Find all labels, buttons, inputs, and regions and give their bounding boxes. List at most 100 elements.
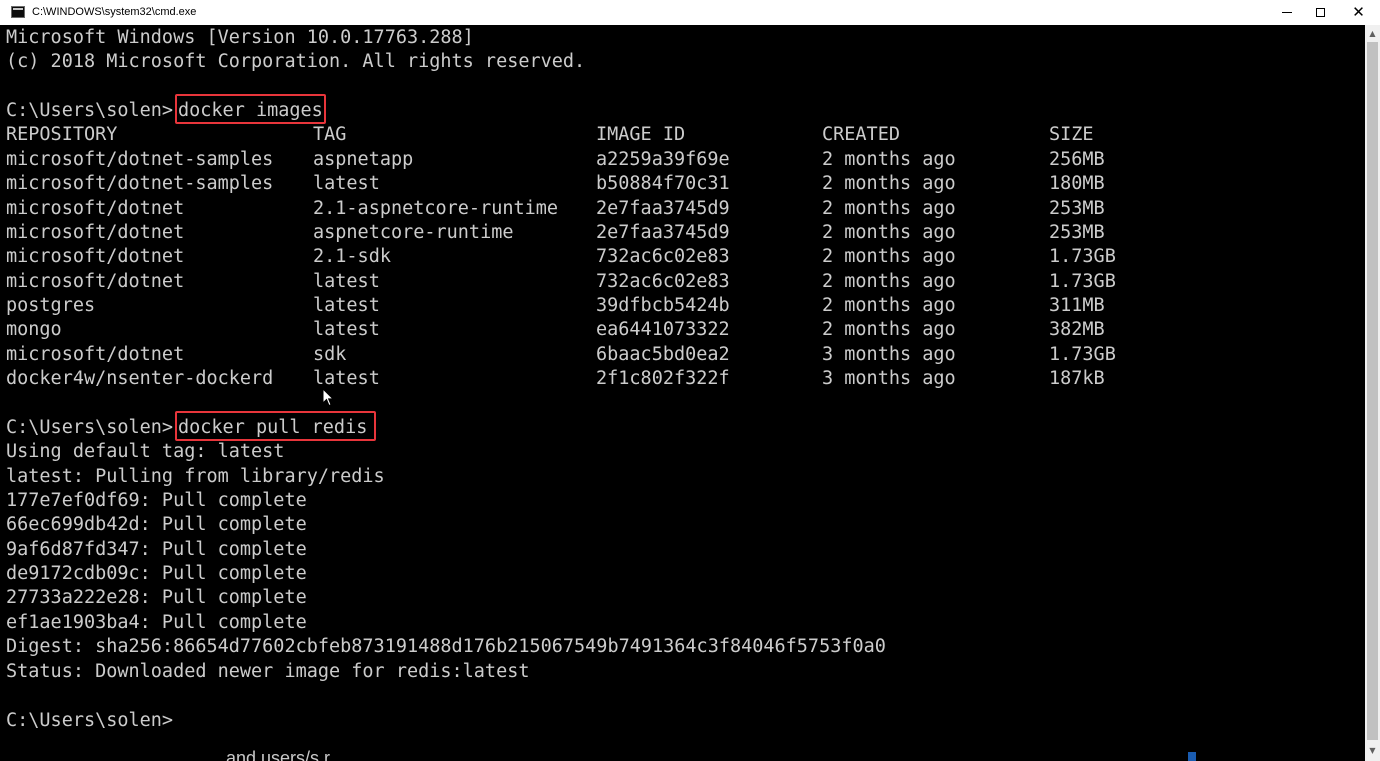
- output-line: ef1ae1903ba4: Pull complete: [6, 612, 307, 633]
- table-row: microsoft/dotnet-samples aspnetapp a2259…: [6, 148, 1105, 172]
- scroll-thumb[interactable]: [1367, 42, 1378, 740]
- cell-size: 187kB: [1049, 368, 1105, 389]
- cell-repository: docker4w/nsenter-dockerd: [6, 368, 274, 389]
- title-bar[interactable]: C:\WINDOWS\system32\cmd.exe ✕: [0, 0, 1380, 25]
- cell-size: 1.73GB: [1049, 344, 1116, 365]
- table-row: postgres latest 39dfbcb5424b 2 months ag…: [6, 294, 1105, 318]
- table-row: microsoft/dotnet 2.1-sdk 732ac6c02e83 2 …: [6, 245, 1116, 269]
- command-highlight-box: [175, 94, 326, 124]
- cell-created: 3 months ago: [822, 368, 956, 389]
- cell-size: 1.73GB: [1049, 246, 1116, 267]
- cell-image-id: 2e7faa3745d9: [596, 198, 730, 219]
- prompt: C:\Users\solen>: [6, 417, 174, 438]
- prompt-line[interactable]: C:\Users\solen>: [6, 709, 173, 733]
- cell-size: 382MB: [1049, 319, 1105, 340]
- output-line: latest: Pulling from library/redis: [6, 466, 385, 487]
- cell-repository: mongo: [6, 319, 62, 340]
- cell-tag: aspnetcore-runtime: [313, 222, 514, 243]
- cell-created: 2 months ago: [822, 295, 956, 316]
- output-line: Status: Downloaded newer image for redis…: [6, 661, 530, 682]
- scroll-down-button[interactable]: ▼: [1365, 742, 1380, 759]
- header-size: SIZE: [1049, 124, 1094, 145]
- prompt: C:\Users\solen>: [6, 710, 174, 731]
- cell-created: 2 months ago: [822, 198, 956, 219]
- banner-line: Microsoft Windows [Version 10.0.17763.28…: [6, 27, 474, 48]
- output-line: 177e7ef0df69: Pull complete: [6, 490, 307, 511]
- table-row: microsoft/dotnet 2.1-aspnetcore-runtime …: [6, 197, 1105, 221]
- background-window-accent: [1188, 752, 1196, 761]
- header-image-id: IMAGE ID: [596, 124, 686, 145]
- cell-repository: microsoft/dotnet: [6, 198, 185, 219]
- cell-image-id: 2f1c802f322f: [596, 368, 730, 389]
- cell-created: 2 months ago: [822, 149, 956, 170]
- cell-size: 253MB: [1049, 222, 1105, 243]
- table-row: microsoft/dotnet-samples latest b50884f7…: [6, 172, 1105, 196]
- header-created: CREATED: [822, 124, 900, 145]
- prompt: C:\Users\solen>: [6, 100, 174, 121]
- cell-image-id: 732ac6c02e83: [596, 271, 730, 292]
- output-line: 27733a222e28: Pull complete: [6, 587, 307, 608]
- table-row: microsoft/dotnet latest 732ac6c02e83 2 m…: [6, 270, 1116, 294]
- prompt-line: C:\Users\solen> docker images: [6, 99, 323, 123]
- table-header: REPOSITORY TAG IMAGE ID CREATED SIZE: [6, 123, 1094, 147]
- cell-tag: aspnetapp: [313, 149, 414, 170]
- chevron-up-icon: ▲: [1369, 29, 1376, 38]
- cell-tag: 2.1-sdk: [313, 246, 391, 267]
- cell-repository: microsoft/dotnet: [6, 344, 185, 365]
- cell-created: 2 months ago: [822, 271, 956, 292]
- cell-repository: microsoft/dotnet: [6, 271, 185, 292]
- close-icon: ✕: [1352, 3, 1365, 21]
- cell-repository: microsoft/dotnet: [6, 222, 185, 243]
- cell-tag: 2.1-aspnetcore-runtime: [313, 198, 559, 219]
- cell-size: 1.73GB: [1049, 271, 1116, 292]
- cell-tag: latest: [313, 173, 380, 194]
- output-line: de9172cdb09c: Pull complete: [6, 563, 307, 584]
- cell-repository: microsoft/dotnet: [6, 246, 185, 267]
- console-output[interactable]: Microsoft Windows [Version 10.0.17763.28…: [0, 25, 1365, 761]
- window-title: C:\WINDOWS\system32\cmd.exe: [32, 6, 197, 18]
- minimize-icon: [1281, 12, 1292, 13]
- cell-size: 256MB: [1049, 149, 1105, 170]
- cell-repository: microsoft/dotnet-samples: [6, 173, 274, 194]
- cell-created: 2 months ago: [822, 319, 956, 340]
- chevron-down-icon: ▼: [1369, 746, 1376, 755]
- cell-image-id: 2e7faa3745d9: [596, 222, 730, 243]
- output-line: Digest: sha256:86654d77602cbfeb873191488…: [6, 636, 886, 657]
- cell-tag: latest: [313, 271, 380, 292]
- banner-line: (c) 2018 Microsoft Corporation. All righ…: [6, 51, 586, 72]
- command-highlight-box: [175, 411, 376, 441]
- cell-size: 253MB: [1049, 198, 1105, 219]
- output-line: Using default tag: latest: [6, 441, 285, 462]
- cmd-window: C:\WINDOWS\system32\cmd.exe ✕ Microsoft …: [0, 0, 1380, 761]
- cell-created: 2 months ago: [822, 222, 956, 243]
- maximize-icon: [1316, 8, 1325, 17]
- cell-size: 311MB: [1049, 295, 1105, 316]
- header-repository: REPOSITORY: [6, 124, 118, 145]
- cell-repository: microsoft/dotnet-samples: [6, 149, 274, 170]
- background-window-text: and users/s r: [226, 749, 331, 761]
- cell-image-id: ea6441073322: [596, 319, 730, 340]
- cell-image-id: a2259a39f69e: [596, 149, 730, 170]
- cell-image-id: 6baac5bd0ea2: [596, 344, 730, 365]
- cell-image-id: 39dfbcb5424b: [596, 295, 730, 316]
- output-line: 9af6d87fd347: Pull complete: [6, 539, 307, 560]
- table-row: microsoft/dotnet aspnetcore-runtime 2e7f…: [6, 221, 1105, 245]
- cell-created: 2 months ago: [822, 246, 956, 267]
- cell-created: 2 months ago: [822, 173, 956, 194]
- prompt-line: C:\Users\solen> docker pull redis: [6, 416, 367, 440]
- close-button[interactable]: ✕: [1336, 0, 1380, 25]
- vertical-scrollbar[interactable]: ▲ ▼: [1365, 25, 1380, 761]
- cell-size: 180MB: [1049, 173, 1105, 194]
- cell-tag: sdk: [313, 344, 347, 365]
- background-window-strip: [0, 748, 1365, 761]
- cell-tag: latest: [313, 319, 380, 340]
- cell-image-id: b50884f70c31: [596, 173, 730, 194]
- cmd-icon: [11, 6, 25, 18]
- table-row: mongo latest ea6441073322 2 months ago 3…: [6, 318, 1105, 342]
- header-tag: TAG: [313, 124, 347, 145]
- cell-repository: postgres: [6, 295, 96, 316]
- cell-tag: latest: [313, 295, 380, 316]
- table-row: docker4w/nsenter-dockerd latest 2f1c802f…: [6, 367, 1105, 391]
- cell-created: 3 months ago: [822, 344, 956, 365]
- scroll-up-button[interactable]: ▲: [1365, 25, 1380, 42]
